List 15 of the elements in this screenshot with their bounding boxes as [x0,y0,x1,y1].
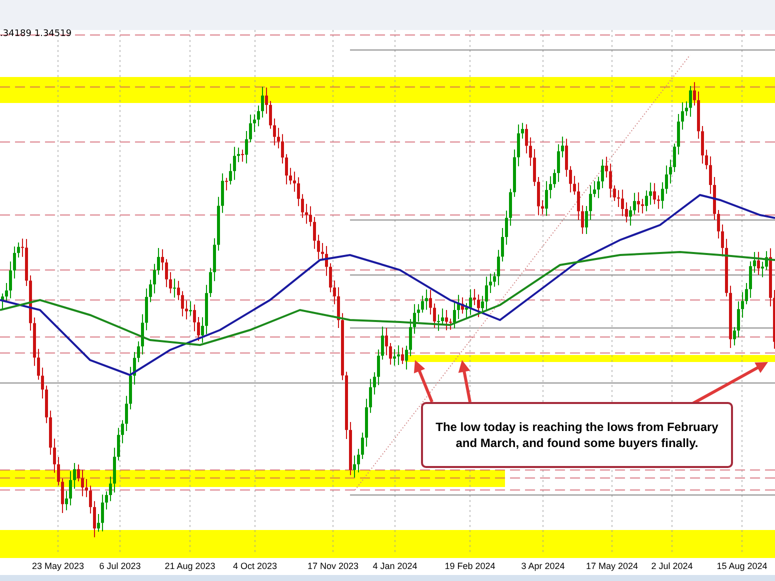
axis-label: 23 May 2023 [32,561,84,571]
arrow [414,360,434,403]
price-readout: .34189 1.34519 [0,29,72,39]
axis-label: 17 Nov 2023 [307,561,359,571]
axis-label: 4 Jan 2024 [372,561,418,571]
axis-label: 6 Jul 2023 [99,561,141,571]
axis-label: 4 Oct 2023 [232,561,278,571]
axis-label: 19 Feb 2024 [444,561,496,571]
arrow [458,360,472,402]
axis-label: 21 Aug 2023 [164,561,216,571]
axis-label: 17 May 2024 [586,561,638,571]
axis-label: 15 Aug 2024 [716,561,768,571]
axis-label: 2 Jul 2024 [651,561,693,571]
annotation-callout: The low today is reaching the lows from February and March, and found some buyers finally. [421,402,733,468]
axis-label: 3 Apr 2024 [521,561,565,571]
